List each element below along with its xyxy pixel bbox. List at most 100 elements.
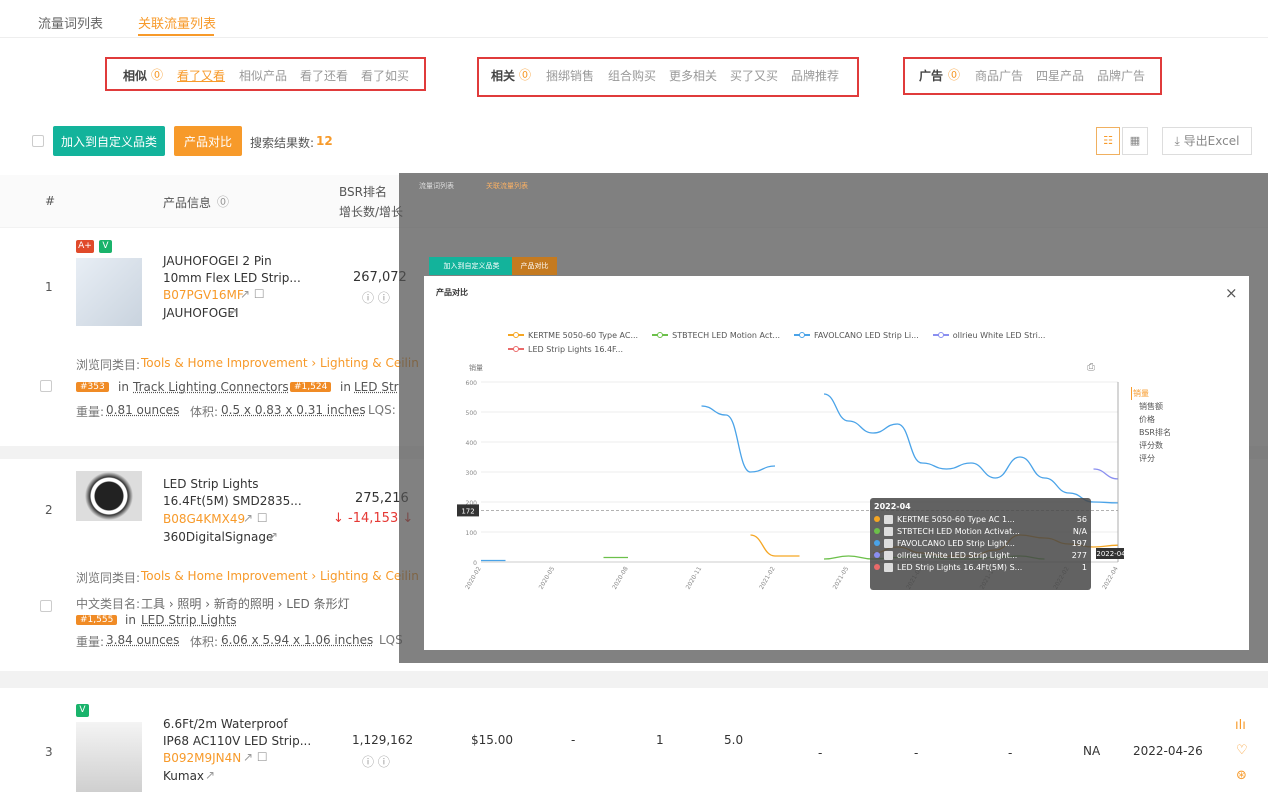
side-menu-item[interactable]: 评分数 bbox=[1131, 439, 1171, 452]
filter-item-product-ads[interactable]: 商品广告 bbox=[975, 67, 1023, 84]
filter-item-brand-rec[interactable]: 品牌推荐 bbox=[791, 67, 839, 84]
legend-item[interactable]: ollrieu White LED Stri... bbox=[932, 330, 1046, 340]
product-title-2[interactable]: IP68 AC110V LED Strip... bbox=[163, 734, 311, 748]
row-index: 2 bbox=[45, 503, 53, 517]
filter-item-four-star[interactable]: 四星产品 bbox=[1036, 67, 1084, 84]
filter-item-view-buy[interactable]: 看了如买 bbox=[361, 67, 409, 84]
y-tick-label: 500 bbox=[466, 410, 478, 417]
close-icon[interactable]: × bbox=[1225, 284, 1238, 302]
side-menu-item[interactable]: BSR排名 bbox=[1131, 426, 1171, 439]
product-title-2[interactable]: 10mm Flex LED Strip... bbox=[163, 271, 301, 285]
add-custom-category-button[interactable]: 加入到自定义品类 bbox=[53, 126, 165, 156]
series-color-dot bbox=[874, 540, 880, 546]
filter-item-brand-ads[interactable]: 品牌广告 bbox=[1097, 67, 1145, 84]
brand-name[interactable]: 360DigitalSignage bbox=[163, 530, 273, 544]
brand-name[interactable]: Kumax bbox=[163, 769, 204, 783]
external-link-icon[interactable]: ↗ bbox=[205, 768, 215, 782]
legend-item[interactable]: LED Strip Lights 16.4F... bbox=[508, 345, 623, 354]
asin-link[interactable]: B092M9JN4N bbox=[163, 751, 241, 765]
col-growth: 增长数/增长 bbox=[339, 205, 404, 219]
external-link-icon[interactable]: ↗ ☐ bbox=[243, 511, 268, 525]
external-link-icon[interactable]: ↗ bbox=[268, 529, 278, 543]
product-title[interactable]: LED Strip Lights bbox=[163, 477, 259, 491]
metric-a: - bbox=[571, 733, 576, 747]
filter-item-view-also[interactable]: 看了还看 bbox=[300, 67, 348, 84]
table-row: 3 V 6.6Ft/2m Waterproof IP68 AC110V LED … bbox=[0, 688, 1268, 808]
side-menu-item[interactable]: 价格 bbox=[1131, 413, 1171, 426]
legend-label: KERTME 5050-60 Type AC... bbox=[528, 330, 639, 340]
series-color-dot bbox=[874, 516, 880, 522]
product-image[interactable] bbox=[76, 722, 142, 792]
series-line bbox=[823, 393, 1119, 504]
filter-item-view-view[interactable]: 看了又看 bbox=[177, 67, 225, 84]
series-color-dot bbox=[874, 552, 880, 558]
compare-button[interactable]: 产品对比 bbox=[174, 126, 242, 156]
external-link-icon[interactable]: ↗ bbox=[228, 305, 238, 319]
weight-value: 3.84 ounces bbox=[106, 633, 180, 647]
metric-c: - bbox=[818, 746, 823, 760]
product-image[interactable] bbox=[76, 258, 142, 326]
tooltip-row: KERTME 5050-60 Type AC 1... 56 bbox=[874, 513, 1087, 525]
legend-label: ollrieu White LED Stri... bbox=[952, 330, 1046, 340]
export-excel-button[interactable]: ⤓ 导出Excel bbox=[1162, 127, 1252, 155]
filter-related-title: 相关 bbox=[491, 69, 516, 83]
filter-item-more-related[interactable]: 更多相关 bbox=[669, 67, 717, 84]
crosshair-x-label: 2022-04 bbox=[1096, 550, 1124, 558]
rank-in: in bbox=[125, 613, 136, 627]
active-tab-underline bbox=[138, 34, 214, 36]
category-path[interactable]: Tools & Home Improvement › Lighting & Ce… bbox=[141, 569, 419, 583]
volume-value: 0.5 x 0.83 x 0.31 inches bbox=[221, 403, 366, 417]
product-title[interactable]: JAUHOFOGEI 2 Pin bbox=[163, 254, 272, 268]
product-title-2[interactable]: 16.4Ft(5M) SMD2835... bbox=[163, 494, 302, 508]
legend-marker bbox=[794, 331, 811, 339]
tooltip-date: 2022-04 bbox=[874, 502, 911, 511]
rank-in: in bbox=[118, 380, 129, 394]
heart-icon[interactable]: ♡ bbox=[1236, 743, 1248, 758]
list-view-icon[interactable]: ☷ bbox=[1096, 127, 1120, 155]
row-checkbox[interactable] bbox=[40, 380, 52, 392]
legend-item[interactable]: FAVOLCANO LED Strip Li... bbox=[794, 331, 919, 340]
side-menu-item[interactable]: 销售额 bbox=[1131, 400, 1171, 413]
product-title[interactable]: 6.6Ft/2m Waterproof bbox=[163, 717, 288, 731]
rank-in: in bbox=[340, 380, 351, 394]
rank-category-link[interactable]: LED Strip Lights bbox=[141, 613, 237, 627]
external-link-icon[interactable]: ↗ ☐ bbox=[240, 287, 265, 301]
series-line bbox=[1093, 468, 1119, 480]
chart-icon[interactable]: ılı bbox=[1235, 718, 1246, 733]
tooltip-row: ollrieu White LED Strip Light... 277 bbox=[874, 549, 1087, 561]
asin-link[interactable]: B07PGV16MF bbox=[163, 288, 244, 302]
date-value: 2022-04-26 bbox=[1133, 744, 1203, 758]
aplus-badge: A+ bbox=[76, 240, 94, 253]
tooltip-value: N/A bbox=[1072, 526, 1087, 536]
side-menu-item[interactable]: 销量 bbox=[1131, 387, 1171, 400]
info-icon: ⓘ ⓘ bbox=[362, 755, 390, 769]
tab-related-traffic[interactable]: 关联流量列表 bbox=[138, 13, 216, 32]
metric-e: - bbox=[1008, 746, 1013, 760]
download-icon: ⤓ bbox=[1174, 134, 1184, 148]
select-all-checkbox[interactable] bbox=[32, 135, 44, 147]
filter-item-bundle[interactable]: 捆绑销售 bbox=[546, 67, 594, 84]
compass-icon[interactable]: ⊛ bbox=[1236, 768, 1247, 783]
filter-item-bought-also[interactable]: 买了又买 bbox=[730, 67, 778, 84]
filter-item-similar-products[interactable]: 相似产品 bbox=[239, 67, 287, 84]
external-link-icon[interactable]: ↗ ☐ bbox=[243, 750, 268, 764]
product-thumbnail bbox=[884, 550, 893, 560]
legend-marker bbox=[508, 345, 524, 353]
asin-link[interactable]: B08G4KMX49 bbox=[163, 512, 245, 526]
grid-view-icon[interactable]: ▦ bbox=[1122, 127, 1148, 155]
legend-item[interactable]: STBTECH LED Motion Act... bbox=[652, 331, 780, 340]
verified-badge: V bbox=[76, 704, 89, 717]
product-image[interactable] bbox=[76, 471, 142, 521]
tooltip-series-name: FAVOLCANO LED Strip Light... bbox=[897, 538, 1015, 548]
rank-category-link[interactable]: Track Lighting Connectors bbox=[133, 380, 289, 394]
series-color-dot bbox=[874, 528, 880, 534]
row-checkbox[interactable] bbox=[40, 600, 52, 612]
filter-ads-box: 广告 ⓪ 商品广告 四星产品 品牌广告 bbox=[903, 57, 1162, 95]
tab-traffic-words[interactable]: 流量词列表 bbox=[38, 13, 103, 32]
side-menu-item[interactable]: 评分 bbox=[1131, 452, 1171, 465]
legend-label: LED Strip Lights 16.4F... bbox=[528, 344, 623, 354]
filter-item-combo[interactable]: 组合购买 bbox=[608, 67, 656, 84]
rank-category-link[interactable]: LED Str bbox=[354, 380, 399, 394]
legend-item[interactable]: KERTME 5050-60 Type AC... bbox=[508, 331, 638, 340]
category-path[interactable]: Tools & Home Improvement › Lighting & Ce… bbox=[141, 356, 419, 370]
